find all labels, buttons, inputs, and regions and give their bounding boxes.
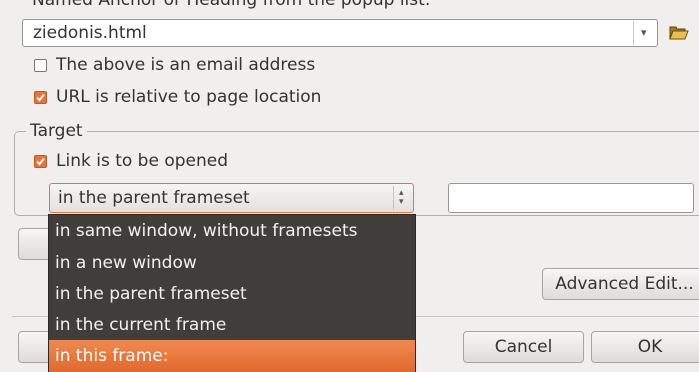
chevron-down-icon[interactable]: ▾ — [641, 26, 647, 39]
dropdown-option[interactable]: in same window, without framesets — [49, 215, 415, 247]
relative-url-label: URL is relative to page location — [56, 87, 322, 107]
link-opened-checkbox[interactable] — [34, 155, 47, 168]
select-separator — [393, 186, 394, 210]
up-down-arrows-icon[interactable]: ▴ ▾ — [399, 189, 404, 207]
email-address-label: The above is an email address — [56, 55, 316, 75]
anchor-list-label: Named Anchor or Heading from the popup l… — [32, 0, 431, 10]
target-window-select-value[interactable]: in the parent frameset — [58, 188, 250, 208]
advanced-edit-label: Advanced Edit... — [555, 274, 694, 294]
url-combobox-separator — [633, 21, 634, 45]
advanced-edit-button[interactable]: Advanced Edit... — [542, 268, 699, 300]
dropdown-option[interactable]: in a new window — [49, 247, 415, 279]
dropdown-option[interactable]: in the current frame — [49, 309, 415, 341]
cancel-label: Cancel — [494, 337, 553, 357]
target-legend: Target — [26, 121, 87, 141]
cancel-button[interactable]: Cancel — [463, 331, 584, 363]
target-window-dropdown: in same window, without framesets in a n… — [48, 214, 416, 372]
dropdown-option-highlighted[interactable]: in this frame: — [49, 340, 415, 372]
relative-url-checkbox[interactable] — [34, 91, 47, 104]
folder-open-icon[interactable] — [668, 22, 690, 42]
dropdown-option[interactable]: in the parent frameset — [49, 278, 415, 310]
url-input-value[interactable]: ziedonis.html — [33, 23, 147, 43]
email-address-checkbox[interactable] — [34, 59, 47, 72]
frame-name-input[interactable] — [448, 183, 694, 213]
link-opened-label: Link is to be opened — [56, 151, 229, 171]
ok-label: OK — [637, 337, 663, 357]
ok-button[interactable]: OK — [591, 331, 699, 363]
